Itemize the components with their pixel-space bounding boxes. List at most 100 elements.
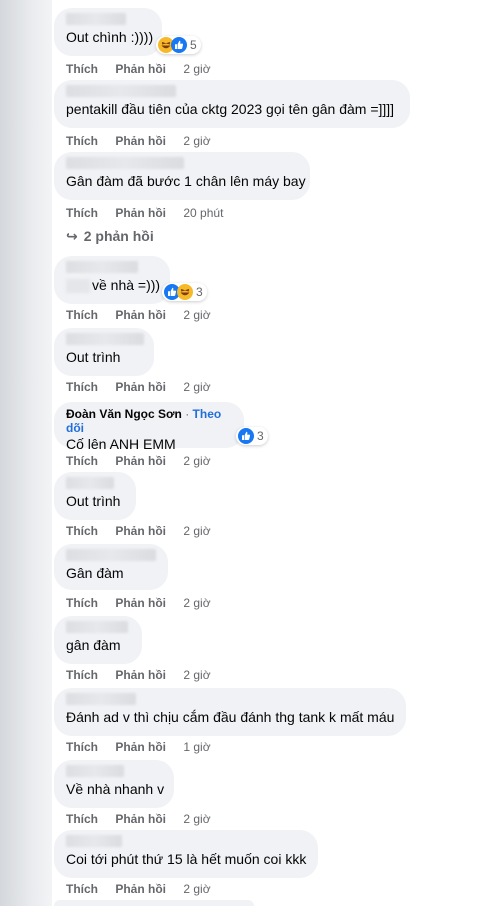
comment-timestamp[interactable]: 2 giờ [183, 62, 210, 76]
comment-text: Out trình [66, 493, 121, 509]
comment-bubble: Về nhà nhanh v [54, 760, 174, 808]
comment-bubble: Gân đàm [54, 544, 168, 590]
partial-comment-bubble [54, 900, 254, 906]
reply-button[interactable]: Phản hồi [115, 380, 166, 394]
comment-actions: Thích Phản hồi 2 giờ [66, 596, 211, 610]
comment-text: Cố lên ANH EMM [66, 436, 176, 452]
comment-timestamp[interactable]: 20 phút [183, 206, 223, 220]
comment-text: Out trình [66, 349, 121, 365]
comment: về nhà =))) 3 Thích Phản hồi 2 giờ [54, 256, 211, 322]
reaction-summary[interactable]: 3 [162, 283, 207, 301]
comment-bubble: Đoàn Văn Ngọc Sơn · Theo dõi Cố lên ANH … [54, 402, 244, 452]
reaction-count: 5 [190, 38, 197, 52]
blurred-author-name [66, 13, 126, 25]
comment-timestamp[interactable]: 2 giờ [183, 596, 210, 610]
like-button[interactable]: Thích [66, 740, 98, 754]
comment-actions: Thích Phản hồi 1 giờ [66, 740, 211, 754]
reaction-summary[interactable]: 3 [236, 427, 268, 445]
comment-timestamp[interactable]: 2 giờ [183, 454, 210, 468]
reaction-count: 3 [196, 285, 203, 299]
comment-text-value: về nhà =))) [92, 277, 161, 293]
blurred-author-name [66, 261, 138, 273]
blurred-author-name [66, 835, 122, 847]
like-button[interactable]: Thích [66, 524, 98, 538]
reply-button[interactable]: Phản hồi [115, 882, 166, 896]
reply-button[interactable]: Phản hồi [115, 812, 166, 826]
reply-button[interactable]: Phản hồi [115, 740, 166, 754]
blurred-author-name [66, 549, 156, 561]
view-replies-link[interactable]: ↪ 2 phản hồi [66, 228, 154, 245]
comment: Gân đàm Thích Phản hồi 2 giờ [54, 544, 211, 610]
blurred-author-name [66, 477, 114, 489]
blurred-author-name [66, 157, 184, 169]
comment-text: về nhà =))) [66, 276, 161, 294]
comment-actions: Thích Phản hồi 2 giờ [66, 308, 211, 322]
comment-actions: Thích Phản hồi 2 giờ [66, 134, 211, 148]
reply-button[interactable]: Phản hồi [115, 308, 166, 322]
blurred-author-name [66, 85, 176, 97]
blurred-author-name [66, 621, 128, 633]
comment-timestamp[interactable]: 2 giờ [183, 308, 210, 322]
comment-bubble: Gân đàm đã bước 1 chân lên máy bay [54, 152, 310, 200]
like-button[interactable]: Thích [66, 668, 98, 682]
reply-button[interactable]: Phản hồi [115, 668, 166, 682]
reply-button[interactable]: Phản hồi [115, 524, 166, 538]
reaction-count: 3 [257, 429, 264, 443]
left-margin-strip [0, 0, 52, 906]
comment-bubble: gân đàm [54, 616, 142, 664]
blurred-author-name [66, 333, 144, 345]
comment: Out trình Thích Phản hồi 2 giờ [54, 328, 211, 394]
comment: gân đàm Thích Phản hồi 2 giờ [54, 616, 211, 682]
comment-timestamp[interactable]: 2 giờ [183, 380, 210, 394]
comment: Đoàn Văn Ngọc Sơn · Theo dõi Cố lên ANH … [54, 402, 268, 468]
comment: Đánh ad v thì chịu cắm đầu đánh thg tank… [54, 688, 406, 754]
haha-icon [177, 284, 193, 300]
comment-timestamp[interactable]: 2 giờ [183, 668, 210, 682]
comment-timestamp[interactable]: 1 giờ [183, 740, 210, 754]
comment-text: Về nhà nhanh v [66, 781, 165, 797]
like-button[interactable]: Thích [66, 882, 98, 896]
like-icon [171, 37, 187, 53]
like-button[interactable]: Thích [66, 380, 98, 394]
comment-text: Gân đàm [66, 565, 124, 581]
reply-button[interactable]: Phản hồi [115, 62, 166, 76]
reaction-summary[interactable]: 5 [156, 36, 201, 54]
comment-timestamp[interactable]: 2 giờ [183, 812, 210, 826]
like-button[interactable]: Thích [66, 596, 98, 610]
comment-timestamp[interactable]: 2 giờ [183, 524, 210, 538]
reply-button[interactable]: Phản hồi [115, 206, 166, 220]
like-button[interactable]: Thích [66, 454, 98, 468]
like-button[interactable]: Thích [66, 62, 98, 76]
comment-actions: Thích Phản hồi 2 giờ [66, 62, 211, 76]
comment-text: Gân đàm đã bước 1 chân lên máy bay [66, 173, 306, 189]
view-replies-label: 2 phản hồi [83, 228, 154, 244]
comment-bubble: pentakill đầu tiên của cktg 2023 gọi tên… [54, 80, 410, 128]
comment-actions: Thích Phản hồi 2 giờ [66, 668, 211, 682]
comment-actions: Thích Phản hồi 2 giờ [66, 812, 211, 826]
like-icon [238, 428, 254, 444]
comment: Coi tới phút thứ 15 là hết muốn coi kkk … [54, 830, 318, 896]
comment-actions: Thích Phản hồi 2 giờ [66, 454, 211, 468]
comment-timestamp[interactable]: 2 giờ [183, 882, 210, 896]
comment-text: gân đàm [66, 637, 121, 653]
reply-button[interactable]: Phản hồi [115, 454, 166, 468]
comment-actions: Thích Phản hồi 2 giờ [66, 380, 211, 394]
reply-button[interactable]: Phản hồi [115, 596, 166, 610]
comment-actions: Thích Phản hồi 2 giờ [66, 882, 211, 896]
like-button[interactable]: Thích [66, 134, 98, 148]
comment-actions: Thích Phản hồi 2 giờ [66, 524, 211, 538]
comment-text: Coi tới phút thứ 15 là hết muốn coi kkk [66, 851, 307, 867]
like-button[interactable]: Thích [66, 206, 98, 220]
comment: Về nhà nhanh v Thích Phản hồi 2 giờ [54, 760, 211, 826]
like-button[interactable]: Thích [66, 812, 98, 826]
comment-bubble: Out trình [54, 328, 154, 376]
author-name[interactable]: Đoàn Văn Ngọc Sơn [66, 407, 182, 421]
comment-author: Đoàn Văn Ngọc Sơn · Theo dõi [66, 407, 232, 435]
reply-button[interactable]: Phản hồi [115, 134, 166, 148]
comment-bubble: Out trình [54, 472, 136, 520]
comment-text: pentakill đầu tiên của cktg 2023 gọi tên… [66, 101, 395, 117]
comment-timestamp[interactable]: 2 giờ [183, 134, 210, 148]
like-button[interactable]: Thích [66, 308, 98, 322]
blurred-author-name [66, 693, 136, 705]
comment-actions: Thích Phản hồi 20 phút [66, 206, 223, 220]
